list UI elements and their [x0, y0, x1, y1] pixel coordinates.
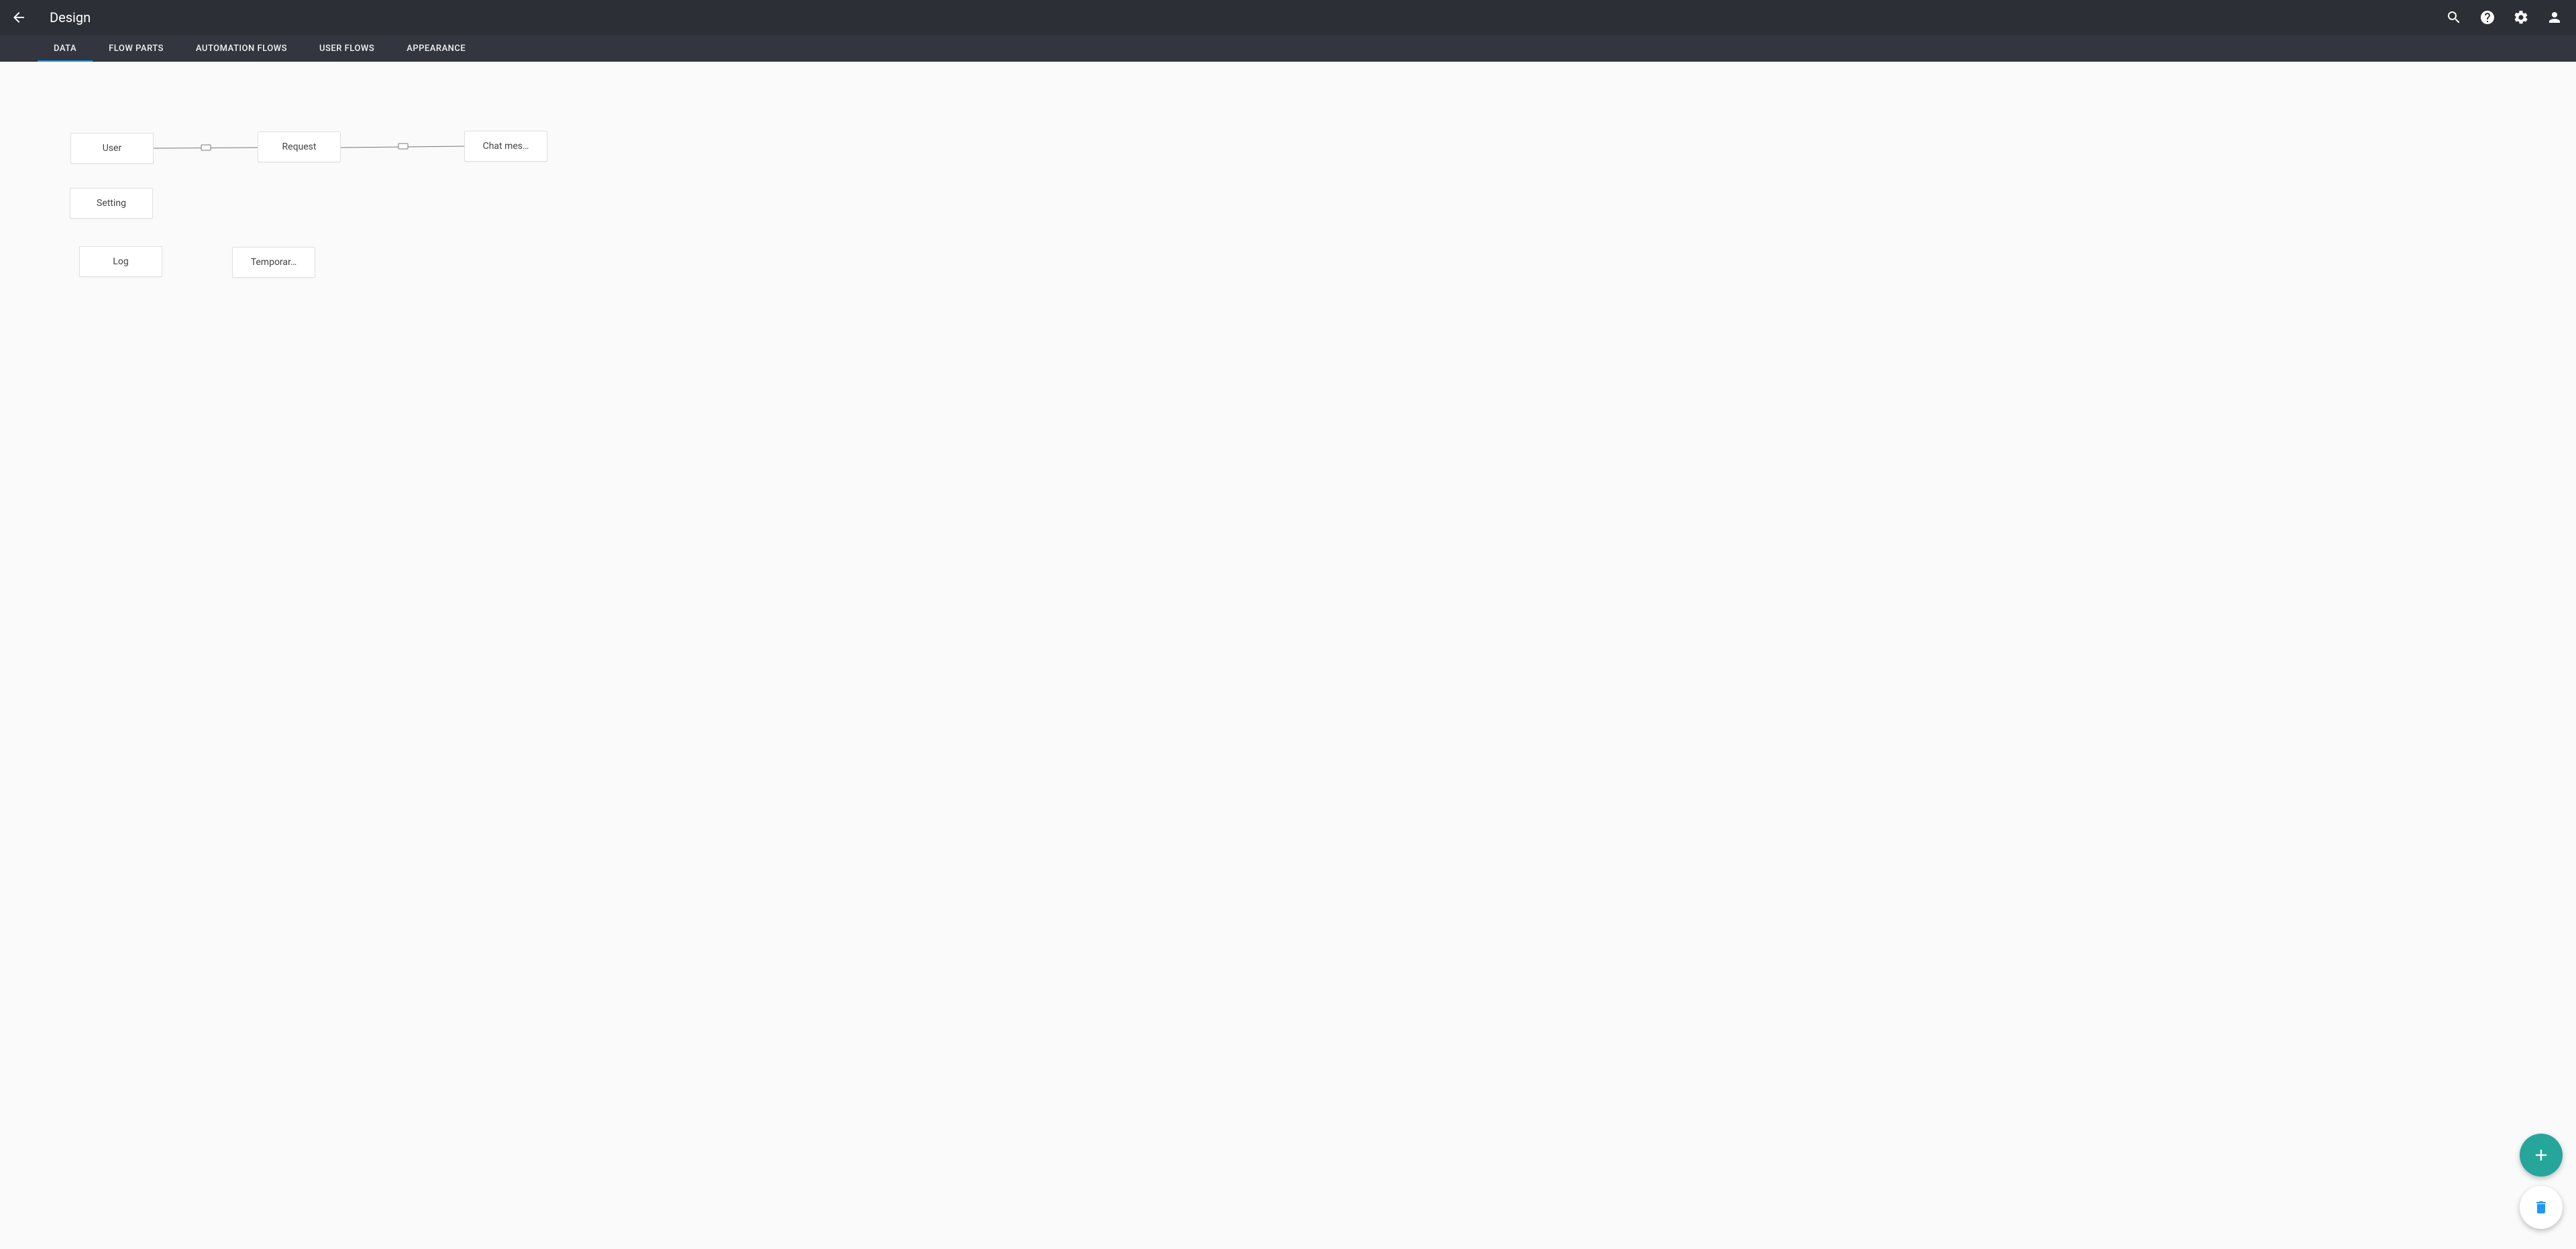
node-log[interactable]: Log	[79, 246, 162, 277]
edge-layer	[0, 62, 2576, 1249]
node-label: Temporar…	[251, 257, 297, 268]
node-user[interactable]: User	[70, 133, 154, 164]
gear-icon	[2513, 9, 2529, 25]
plus-icon	[2532, 1146, 2551, 1164]
node-setting[interactable]: Setting	[70, 188, 153, 219]
arrow-back-icon	[11, 9, 27, 25]
node-label: Chat mes…	[483, 141, 529, 152]
tab-appearance[interactable]: APPEARANCE	[390, 35, 482, 62]
node-label: Request	[282, 142, 317, 152]
node-chat-message[interactable]: Chat mes…	[464, 131, 547, 162]
edge-marker	[398, 144, 408, 149]
node-label: User	[103, 143, 121, 154]
edge-request-chat	[341, 146, 464, 148]
node-label: Log	[113, 256, 128, 267]
delete-fab[interactable]	[2520, 1186, 2563, 1229]
top-bar-actions	[2440, 4, 2568, 31]
tab-data[interactable]: DATA	[38, 35, 93, 62]
add-fab[interactable]	[2520, 1134, 2563, 1177]
search-button[interactable]	[2440, 4, 2467, 31]
settings-button[interactable]	[2508, 4, 2534, 31]
page-title: Design	[50, 9, 91, 25]
top-bar: Design	[0, 0, 2576, 35]
trash-icon	[2533, 1199, 2549, 1215]
canvas[interactable]: User Request Chat mes… Setting Log Tempo…	[0, 62, 2576, 1249]
tab-user-flows[interactable]: USER FLOWS	[303, 35, 390, 62]
edge-marker	[201, 145, 211, 150]
node-label: Setting	[97, 198, 126, 209]
person-icon	[2546, 9, 2563, 25]
node-temporary[interactable]: Temporar…	[232, 247, 315, 278]
search-icon	[2446, 9, 2462, 25]
account-button[interactable]	[2541, 4, 2568, 31]
help-icon	[2479, 9, 2496, 25]
tab-bar: DATA FLOW PARTS AUTOMATION FLOWS USER FL…	[0, 35, 2576, 62]
tab-flow-parts[interactable]: FLOW PARTS	[93, 35, 180, 62]
tab-automation-flows[interactable]: AUTOMATION FLOWS	[180, 35, 303, 62]
back-button[interactable]	[5, 4, 32, 31]
node-request[interactable]: Request	[258, 131, 341, 162]
help-button[interactable]	[2474, 4, 2501, 31]
